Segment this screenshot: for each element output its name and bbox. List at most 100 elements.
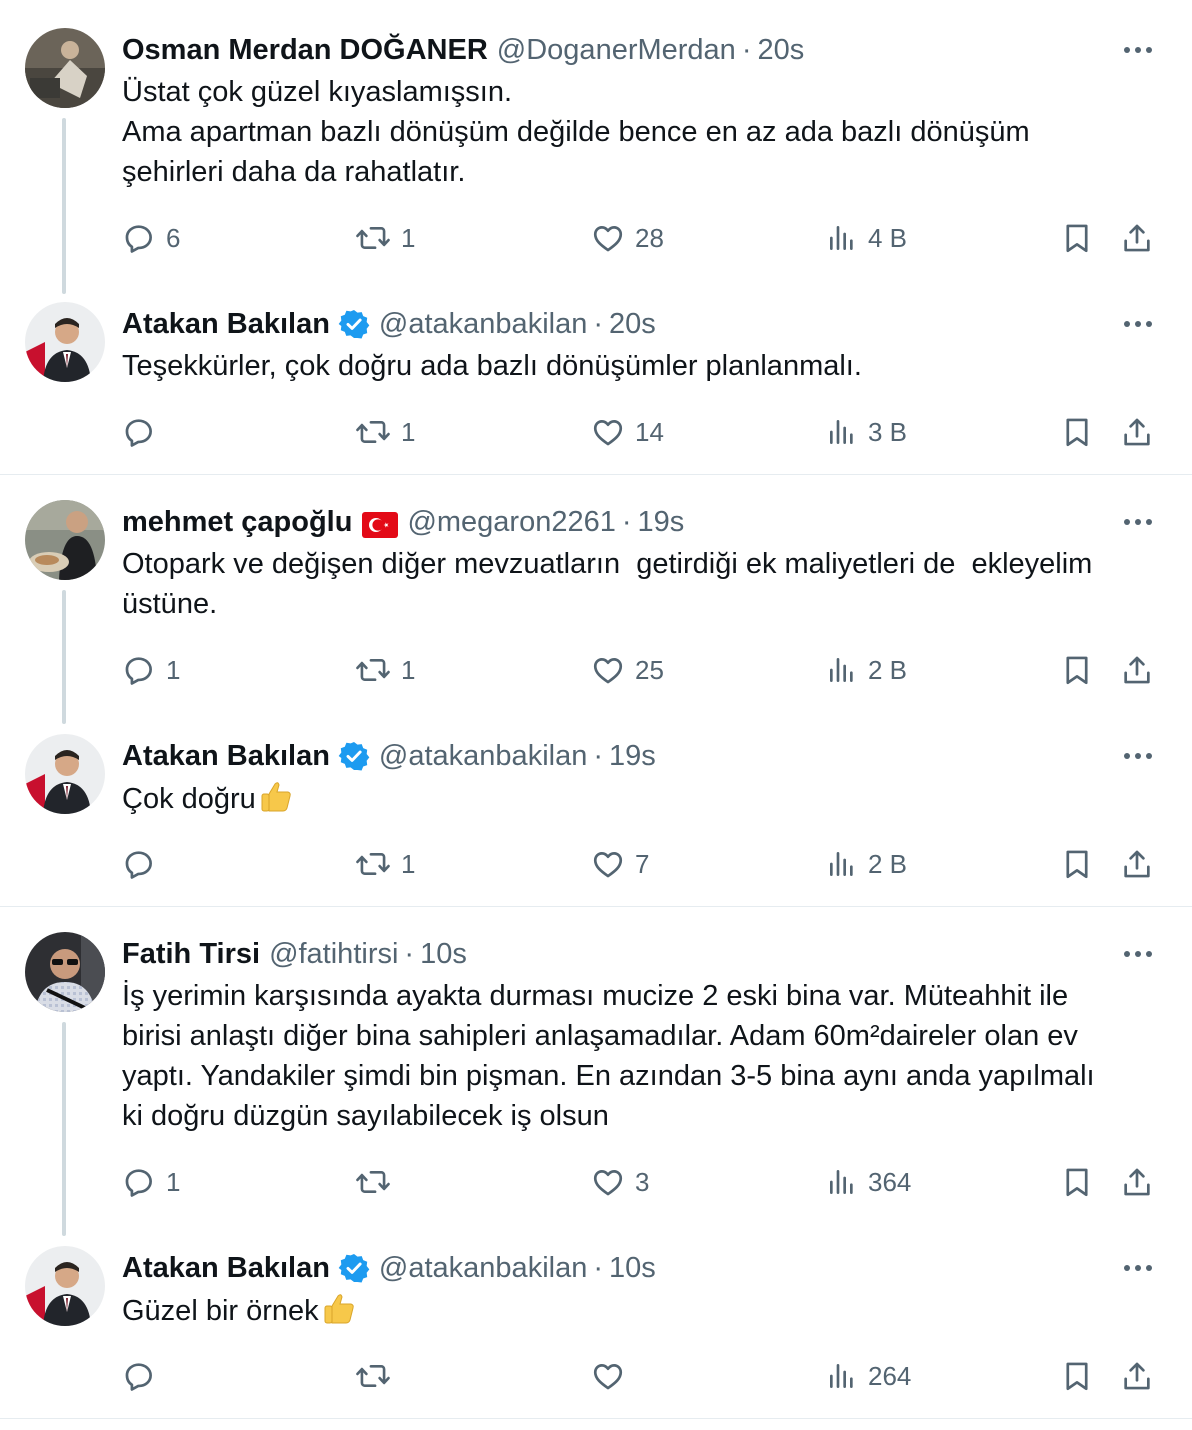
bookmark-icon xyxy=(1066,418,1088,447)
timestamp[interactable]: 10s xyxy=(609,1248,656,1288)
reply-button[interactable]: 1 xyxy=(122,1162,180,1202)
reply-button[interactable] xyxy=(122,1356,166,1396)
share-button[interactable] xyxy=(1120,218,1154,258)
tweet-text-line: şehirleri daha da rahatlatır. xyxy=(122,156,466,188)
views-count: 4 B xyxy=(868,222,908,253)
reply-button[interactable]: 1 xyxy=(122,650,180,690)
like-count: 25 xyxy=(635,654,664,685)
repost-icon xyxy=(356,658,390,682)
bookmark-button[interactable] xyxy=(1060,412,1094,452)
avatar[interactable] xyxy=(25,28,105,108)
tweet-text: Otopark ve değişen diğer mevzuatların ge… xyxy=(122,544,1162,624)
views-button[interactable]: 2 B xyxy=(826,844,907,884)
reply-count: 1 xyxy=(166,654,181,685)
repost-button[interactable]: 1 xyxy=(355,412,415,452)
avatar[interactable] xyxy=(25,1246,105,1326)
bookmark-button[interactable] xyxy=(1060,844,1094,884)
more-icon[interactable] xyxy=(1120,1254,1156,1282)
tweet-text: Teşekkürler, çok doğru ada bazlı dönüşüm… xyxy=(122,346,1162,386)
share-button[interactable] xyxy=(1120,650,1154,690)
repost-button[interactable]: 1 xyxy=(355,650,415,690)
views-button[interactable]: 3 B xyxy=(826,412,907,452)
tweet-text-line: Güzel bir örnek xyxy=(122,1290,1162,1337)
more-icon[interactable] xyxy=(1120,36,1156,64)
repost-count: 1 xyxy=(401,848,416,879)
reply-icon xyxy=(125,657,152,685)
share-button[interactable] xyxy=(1120,1162,1154,1202)
avatar[interactable] xyxy=(25,734,105,814)
tweet-text: Güzel bir örnek xyxy=(122,1290,1162,1337)
views-icon xyxy=(830,226,853,250)
more-icon[interactable] xyxy=(1120,742,1156,770)
views-button[interactable]: 2 B xyxy=(826,650,907,690)
divider xyxy=(0,1418,1192,1419)
avatar[interactable] xyxy=(25,302,105,382)
tweet-text-line: Çok doğru xyxy=(122,778,1162,825)
timestamp[interactable]: 19s xyxy=(609,736,656,776)
bookmark-button[interactable] xyxy=(1060,650,1094,690)
author-name[interactable]: Atakan Bakılan xyxy=(122,736,330,776)
repost-icon xyxy=(356,1364,390,1388)
action-bar: 1 7 2 B xyxy=(0,844,1192,884)
thread-line xyxy=(62,118,66,294)
divider xyxy=(0,474,1192,475)
bookmark-icon xyxy=(1066,1362,1088,1391)
separator-dot: · xyxy=(741,34,752,66)
like-icon xyxy=(593,852,623,878)
thread-line xyxy=(62,1022,66,1236)
tweet-text-line: Teşekkürler, çok doğru ada bazlı dönüşüm… xyxy=(122,350,862,382)
more-icon[interactable] xyxy=(1120,508,1156,536)
author-name[interactable]: Fatih Tirsi xyxy=(122,934,260,974)
like-icon xyxy=(593,658,623,684)
timestamp[interactable]: 19s xyxy=(638,502,685,542)
repost-button[interactable] xyxy=(355,1356,401,1396)
like-button[interactable]: 7 xyxy=(591,844,649,884)
share-icon xyxy=(1124,1362,1150,1390)
like-button[interactable]: 28 xyxy=(591,218,664,258)
like-button[interactable]: 25 xyxy=(591,650,664,690)
author-handle[interactable]: @fatihtirsi xyxy=(269,934,398,974)
share-button[interactable] xyxy=(1120,1356,1154,1396)
author-handle[interactable]: @atakanbakilan xyxy=(379,304,587,344)
share-icon xyxy=(1124,224,1150,252)
tweet-text: Çok doğru xyxy=(122,778,1162,825)
timestamp[interactable]: 20s xyxy=(609,304,656,344)
views-button[interactable]: 364 xyxy=(826,1162,911,1202)
like-button[interactable]: 3 xyxy=(591,1162,649,1202)
tweet-text-line: Otopark ve değişen diğer mevzuatların ge… xyxy=(122,548,1093,580)
reply-button[interactable] xyxy=(122,412,166,452)
author-name[interactable]: Osman Merdan DOĞANER xyxy=(122,30,488,70)
bookmark-button[interactable] xyxy=(1060,1162,1094,1202)
author-name[interactable]: mehmet çapoğlu xyxy=(122,502,352,542)
author-name[interactable]: Atakan Bakılan xyxy=(122,304,330,344)
action-bar: 264 xyxy=(0,1356,1192,1396)
like-button[interactable] xyxy=(591,1356,635,1396)
avatar[interactable] xyxy=(25,932,105,1012)
views-icon xyxy=(830,420,853,444)
repost-count: 1 xyxy=(401,222,416,253)
author-handle[interactable]: @megaron2261 xyxy=(407,502,615,542)
timestamp[interactable]: 20s xyxy=(757,30,804,70)
views-button[interactable]: 4 B xyxy=(826,218,907,258)
author-name[interactable]: Atakan Bakılan xyxy=(122,1248,330,1288)
author-handle[interactable]: @atakanbakilan xyxy=(379,736,587,776)
author-handle[interactable]: @DoganerMerdan xyxy=(497,30,736,70)
reply-button[interactable]: 6 xyxy=(122,218,180,258)
reply-button[interactable] xyxy=(122,844,166,884)
more-icon[interactable] xyxy=(1120,940,1156,968)
reply-count: 1 xyxy=(166,1166,181,1197)
views-button[interactable]: 264 xyxy=(826,1356,911,1396)
share-button[interactable] xyxy=(1120,412,1154,452)
repost-button[interactable]: 1 xyxy=(355,844,415,884)
author-handle[interactable]: @atakanbakilan xyxy=(379,1248,587,1288)
avatar[interactable] xyxy=(25,500,105,580)
more-icon[interactable] xyxy=(1120,310,1156,338)
repost-button[interactable] xyxy=(355,1162,401,1202)
repost-button[interactable]: 1 xyxy=(355,218,415,258)
bookmark-button[interactable] xyxy=(1060,1356,1094,1396)
like-button[interactable]: 14 xyxy=(591,412,664,452)
timestamp[interactable]: 10s xyxy=(420,934,467,974)
bookmark-button[interactable] xyxy=(1060,218,1094,258)
share-button[interactable] xyxy=(1120,844,1154,884)
views-count: 2 B xyxy=(868,848,908,879)
